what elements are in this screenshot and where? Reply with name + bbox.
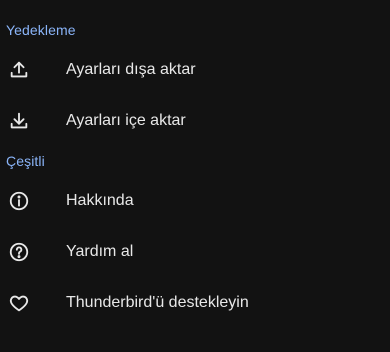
about-label: Hakkında xyxy=(66,192,134,209)
download-icon xyxy=(8,110,30,132)
heart-icon xyxy=(8,292,30,314)
help-icon xyxy=(8,241,30,263)
import-settings-label: Ayarları içe aktar xyxy=(66,112,186,129)
import-settings-item[interactable]: Ayarları içe aktar xyxy=(0,97,390,145)
get-help-item[interactable]: Yardım al xyxy=(0,228,390,276)
upload-icon xyxy=(8,59,30,81)
get-help-label: Yardım al xyxy=(66,243,134,260)
support-thunderbird-label: Thunderbird'ü destekleyin xyxy=(66,294,249,311)
section-header-misc: Çeşitli xyxy=(6,153,45,169)
export-settings-label: Ayarları dışa aktar xyxy=(66,61,196,78)
about-item[interactable]: Hakkında xyxy=(0,177,390,225)
export-settings-item[interactable]: Ayarları dışa aktar xyxy=(0,46,390,94)
support-thunderbird-item[interactable]: Thunderbird'ü destekleyin xyxy=(0,279,390,327)
section-header-backup: Yedekleme xyxy=(6,22,76,38)
info-icon xyxy=(8,190,30,212)
